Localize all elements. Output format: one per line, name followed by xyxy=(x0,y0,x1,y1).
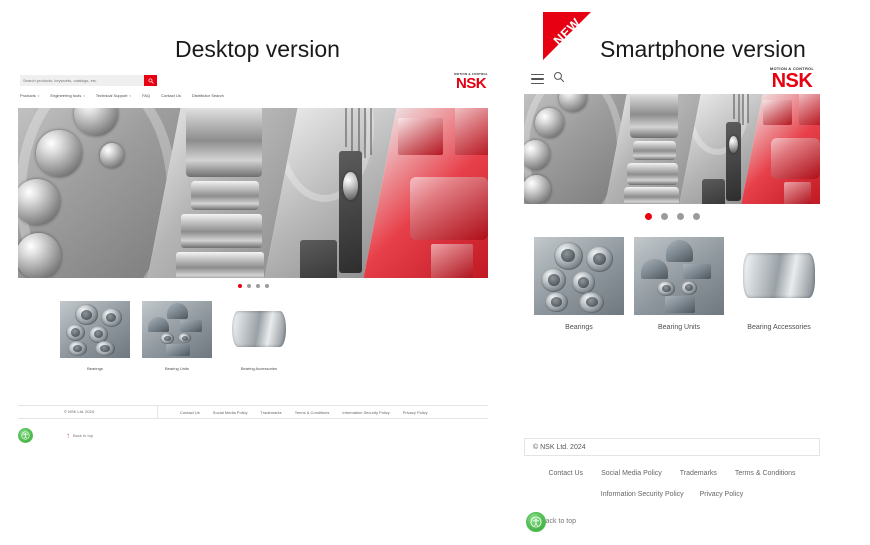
footer-copyright: © NSK Ltd. 2024 xyxy=(18,405,158,419)
product-image-bearing-units xyxy=(634,237,724,315)
footer-link-terms-conditions[interactable]: Terms & Conditions xyxy=(735,470,796,477)
carousel-dot-2[interactable] xyxy=(660,213,668,220)
nav-item-technical-support[interactable]: Technical Support ▾ xyxy=(96,93,131,98)
desktop-main-nav: Products ▾ Engineering tools ▾ Technical… xyxy=(20,93,224,98)
smartphone-footer: © NSK Ltd. 2024 Contact Us Social Media … xyxy=(524,438,820,534)
footer-link-trademarks[interactable]: Trademarks xyxy=(260,410,281,415)
footer-link-contact-us[interactable]: Contact Us xyxy=(548,470,583,477)
footer-copyright: © NSK Ltd. 2024 xyxy=(533,443,586,451)
chevron-down-icon: ▾ xyxy=(37,93,40,98)
nav-label: Contact Us xyxy=(161,93,181,98)
back-to-top-label: Back to top xyxy=(73,433,94,438)
desktop-mockup: MOTION & CONTROL NSK Products ▾ Engineer… xyxy=(18,70,488,371)
desktop-carousel-dots[interactable] xyxy=(18,284,488,288)
product-image-bearing-accessories xyxy=(734,237,824,315)
nav-item-contact-us[interactable]: Contact Us xyxy=(161,93,181,98)
carousel-dot-1[interactable] xyxy=(644,213,652,220)
nav-item-faq[interactable]: FAQ xyxy=(142,93,150,98)
search-icon xyxy=(147,77,154,84)
carousel-dot-4[interactable] xyxy=(692,213,700,220)
smartphone-mockup: MOTION & CONTROL NSK Bearings Bearing Un… xyxy=(524,60,824,360)
footer-link-contact-us[interactable]: Contact Us xyxy=(180,410,200,415)
brand-name: NSK xyxy=(771,70,813,92)
chevron-down-icon: ▾ xyxy=(129,93,132,98)
desktop-search-bar xyxy=(20,75,157,86)
nsk-logo-smartphone[interactable]: MOTION & CONTROL NSK xyxy=(770,66,814,91)
nav-item-products[interactable]: Products ▾ xyxy=(20,93,39,98)
nav-label: Technical Support xyxy=(95,93,128,98)
back-to-top-button-smartphone[interactable]: Back to top xyxy=(541,518,576,525)
product-card-bearing-accessories[interactable]: Bearing Accessories xyxy=(224,301,294,371)
footer-link-information-security-policy[interactable]: Information Security Policy xyxy=(342,410,389,415)
product-image-bearing-accessories xyxy=(224,301,294,358)
product-label: Bearings xyxy=(565,324,593,331)
accessibility-icon xyxy=(530,516,542,528)
smartphone-hero-carousel[interactable] xyxy=(524,94,820,204)
back-to-top-button-desktop[interactable]: ↑ Back to top xyxy=(66,430,94,440)
search-input[interactable] xyxy=(20,75,144,86)
nav-item-engineering-tools[interactable]: Engineering tools ▾ xyxy=(50,93,84,98)
desktop-hero-carousel[interactable] xyxy=(18,108,488,278)
product-card-bearings[interactable]: Bearings xyxy=(534,237,624,331)
desktop-header: MOTION & CONTROL NSK Products ▾ Engineer… xyxy=(18,70,488,106)
footer-bottom-row: Back to top xyxy=(524,512,820,534)
footer-bottom-row: ↑ Back to top xyxy=(18,428,488,443)
nav-label: Products xyxy=(20,93,36,98)
nav-item-distributor-search[interactable]: Distributor Search xyxy=(192,93,224,98)
desktop-footer: © NSK Ltd. 2024 Contact Us Social Media … xyxy=(18,405,488,443)
accessibility-widget-button[interactable] xyxy=(18,428,33,443)
product-card-bearing-units[interactable]: Bearing Units xyxy=(634,237,724,331)
smartphone-version-title: Smartphone version xyxy=(600,36,806,62)
search-button[interactable] xyxy=(144,75,157,86)
product-image-bearings xyxy=(60,301,130,358)
footer-links: Contact Us Social Media Policy Trademark… xyxy=(158,410,428,415)
search-icon[interactable] xyxy=(553,70,565,88)
footer-link-trademarks[interactable]: Trademarks xyxy=(680,470,717,477)
product-label: Bearing Units xyxy=(164,366,189,371)
footer-bar: © NSK Ltd. 2024 Contact Us Social Media … xyxy=(18,405,488,419)
footer-links-row-1: Contact Us Social Media Policy Trademark… xyxy=(524,470,820,477)
accessibility-icon xyxy=(21,431,30,440)
product-card-bearing-accessories[interactable]: Bearing Accessories xyxy=(734,237,824,331)
carousel-dot-3[interactable] xyxy=(255,284,260,288)
desktop-version-title: Desktop version xyxy=(175,36,340,62)
carousel-dot-2[interactable] xyxy=(246,284,251,288)
carousel-dot-1[interactable] xyxy=(237,284,242,288)
product-image-bearings xyxy=(534,237,624,315)
accessibility-widget-button[interactable] xyxy=(526,512,546,532)
footer-link-privacy-policy[interactable]: Privacy Policy xyxy=(700,491,744,498)
footer-links-row-2: Information Security Policy Privacy Poli… xyxy=(524,491,820,498)
carousel-dot-3[interactable] xyxy=(676,213,684,220)
nav-label: FAQ xyxy=(142,93,151,98)
smartphone-header: MOTION & CONTROL NSK xyxy=(524,60,820,94)
smartphone-product-cards: Bearings Bearing Units Bearing Accessori… xyxy=(524,237,824,331)
product-image-bearing-units xyxy=(142,301,212,358)
new-badge-ribbon: NEW xyxy=(543,12,591,60)
brand-name: NSK xyxy=(455,75,487,92)
hamburger-menu-icon[interactable] xyxy=(531,71,544,87)
product-card-bearing-units[interactable]: Bearing Units xyxy=(142,301,212,371)
nsk-logo-desktop[interactable]: MOTION & CONTROL NSK xyxy=(454,72,488,91)
smartphone-carousel-dots[interactable] xyxy=(524,213,820,220)
footer-link-information-security-policy[interactable]: Information Security Policy xyxy=(601,491,684,498)
footer-link-social-media-policy[interactable]: Social Media Policy xyxy=(213,410,248,415)
product-label: Bearings xyxy=(87,366,103,371)
footer-link-terms-conditions[interactable]: Terms & Conditions xyxy=(295,410,330,415)
arrow-up-icon: ↑ xyxy=(66,430,70,440)
smartphone-header-icons xyxy=(531,70,565,88)
chevron-down-icon: ▾ xyxy=(83,93,85,98)
nav-label: Distributor Search xyxy=(191,93,224,98)
footer-link-privacy-policy[interactable]: Privacy Policy xyxy=(403,410,428,415)
product-label: Bearing Accessories xyxy=(240,366,278,371)
footer-link-social-media-policy[interactable]: Social Media Policy xyxy=(601,470,662,477)
nav-label: Engineering tools xyxy=(50,93,82,98)
product-label: Bearing Accessories xyxy=(747,324,811,331)
product-card-bearings[interactable]: Bearings xyxy=(60,301,130,371)
desktop-product-cards: Bearings Bearing Units Bearing Accessori… xyxy=(18,301,488,371)
footer-copyright-box: © NSK Ltd. 2024 xyxy=(524,438,820,456)
carousel-dot-4[interactable] xyxy=(264,284,269,288)
product-label: Bearing Units xyxy=(657,324,701,331)
